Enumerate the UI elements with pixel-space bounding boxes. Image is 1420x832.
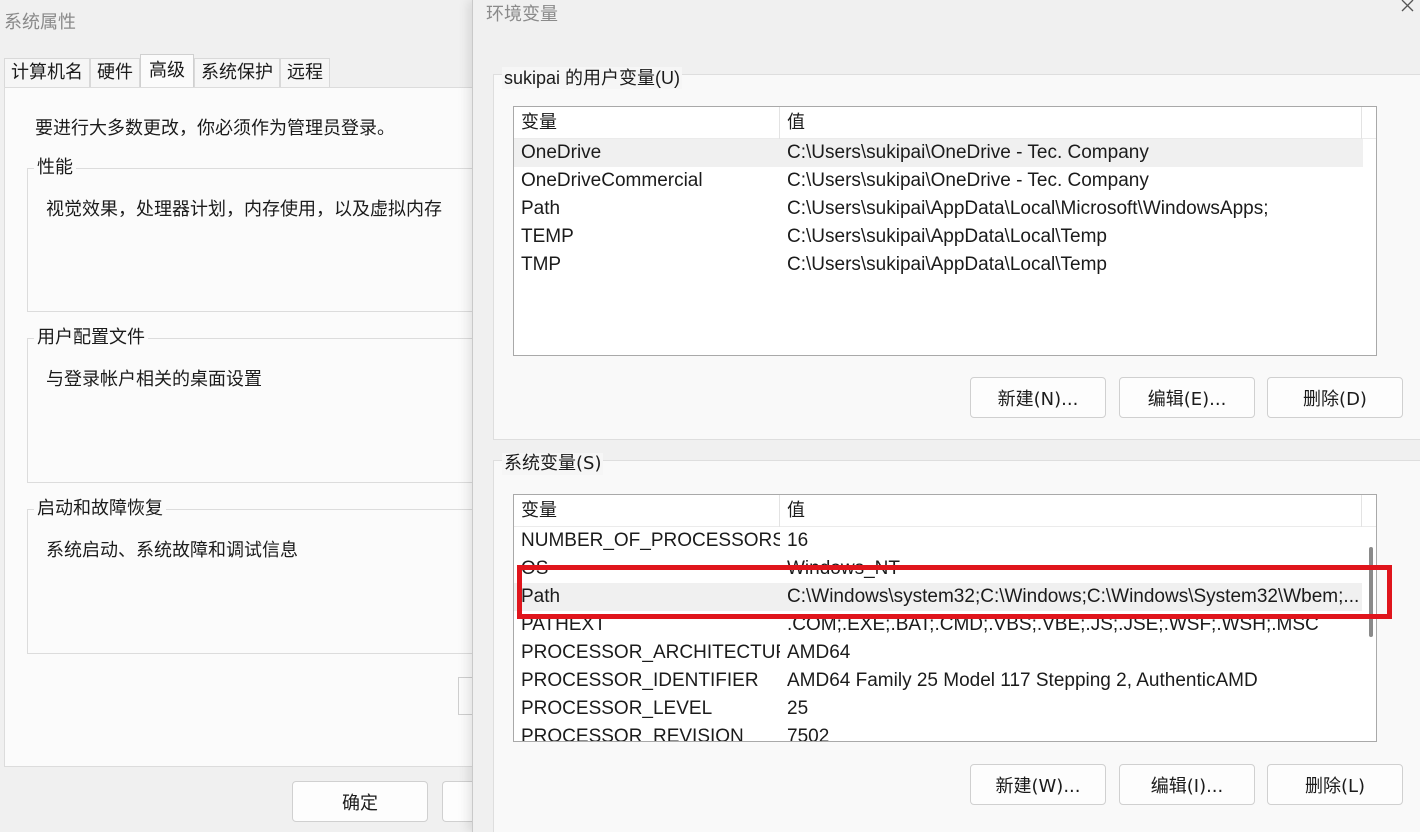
scrollbar[interactable] — [1362, 495, 1376, 741]
table-row[interactable]: PROCESSOR_ARCHITECTURE AMD64 — [514, 639, 1362, 667]
system-edit-button[interactable]: 编辑(I)... — [1119, 764, 1255, 805]
performance-group: 性能 视觉效果，处理器计划，内存使用，以及虚拟内存 — [27, 157, 477, 312]
system-delete-button[interactable]: 删除(L) — [1267, 764, 1403, 805]
tab-bar: 计算机名 硬件 高级 系统保护 远程 — [4, 54, 330, 88]
variable-value: C:\Users\sukipai\OneDrive - Tec. Company — [787, 142, 1149, 163]
variable-name: TEMP — [521, 226, 574, 247]
variable-value: 25 — [787, 698, 809, 719]
group-title: 性能 — [34, 157, 76, 179]
group-description: 视觉效果，处理器计划，内存使用，以及虚拟内存 — [46, 199, 442, 220]
admin-note: 要进行大多数更改，你必须作为管理员登录。 — [35, 118, 395, 139]
variable-name: PROCESSOR_ARCHITECTURE — [521, 642, 780, 663]
column-header-variable[interactable]: 变量 — [514, 107, 780, 139]
variable-name: PROCESSOR_REVISION — [521, 726, 744, 742]
variable-name: PATHEXT — [521, 614, 606, 635]
table-row[interactable]: TMP C:\Users\sukipai\AppData\Local\Temp — [514, 251, 1376, 279]
system-variables-section: 系统变量(S) 变量 值 NUMBER_OF_PROCESSORS 16 OS … — [493, 453, 1420, 832]
system-variable-rows: NUMBER_OF_PROCESSORS 16 OS Windows_NT Pa… — [514, 527, 1362, 742]
table-row[interactable]: OneDrive C:\Users\sukipai\OneDrive - Tec… — [514, 139, 1363, 167]
table-row[interactable]: PROCESSOR_IDENTIFIER AMD64 Family 25 Mod… — [514, 667, 1362, 695]
group-description: 与登录帐户相关的桌面设置 — [46, 369, 262, 390]
table-row[interactable]: TEMP C:\Users\sukipai\AppData\Local\Temp — [514, 223, 1376, 251]
system-new-button[interactable]: 新建(W)... — [970, 764, 1106, 805]
variable-value: C:\Users\sukipai\AppData\Local\Temp — [787, 254, 1107, 275]
system-variables-list[interactable]: 变量 值 NUMBER_OF_PROCESSORS 16 OS Windows_… — [513, 494, 1377, 742]
variable-value: C:\Windows\system32;C:\Windows;C:\Window… — [787, 586, 1360, 607]
variable-value: AMD64 Family 25 Model 117 Stepping 2, Au… — [787, 670, 1258, 691]
column-header-variable[interactable]: 变量 — [514, 495, 780, 527]
table-row[interactable]: Path C:\Users\sukipai\AppData\Local\Micr… — [514, 195, 1376, 223]
table-row[interactable]: PROCESSOR_LEVEL 25 — [514, 695, 1362, 723]
variable-value: .COM;.EXE;.BAT;.CMD;.VBS;.VBE;.JS;.JSE;.… — [787, 614, 1319, 635]
section-title: 系统变量(S) — [502, 453, 604, 475]
user-delete-button[interactable]: 删除(D) — [1267, 377, 1403, 418]
variable-name: OneDrive — [521, 142, 602, 163]
table-row[interactable]: PATHEXT .COM;.EXE;.BAT;.CMD;.VBS;.VBE;.J… — [514, 611, 1362, 639]
group-title: 用户配置文件 — [34, 327, 148, 349]
tab-advanced[interactable]: 高级 — [140, 54, 194, 88]
table-row[interactable]: Path C:\Windows\system32;C:\Windows;C:\W… — [514, 583, 1362, 611]
header-spacer — [1362, 107, 1376, 138]
user-profiles-group: 用户配置文件 与登录帐户相关的桌面设置 — [27, 327, 477, 483]
list-header: 变量 值 — [514, 107, 1376, 139]
variable-name: PROCESSOR_IDENTIFIER — [521, 670, 759, 691]
variable-value: 16 — [787, 530, 809, 551]
variable-name: OS — [521, 558, 549, 579]
section-title: sukipai 的用户变量(U) — [502, 67, 683, 89]
table-row[interactable]: OS Windows_NT — [514, 555, 1362, 583]
variable-name: Path — [521, 586, 561, 607]
tab-computer-name[interactable]: 计算机名 — [4, 58, 90, 88]
user-new-button[interactable]: 新建(N)... — [970, 377, 1106, 418]
table-row[interactable]: OneDriveCommercial C:\Users\sukipai\OneD… — [514, 167, 1376, 195]
user-variables-section: sukipai 的用户变量(U) 变量 值 OneDrive C:\Users\… — [493, 67, 1420, 440]
startup-recovery-group: 启动和故障恢复 系统启动、系统故障和调试信息 — [27, 498, 477, 654]
variable-value: C:\Users\sukipai\OneDrive - Tec. Company — [787, 170, 1149, 191]
variable-name: PROCESSOR_LEVEL — [521, 698, 713, 719]
tab-hardware[interactable]: 硬件 — [90, 58, 140, 88]
column-header-value[interactable]: 值 — [780, 107, 1362, 139]
window-title: 系统属性 — [4, 12, 76, 33]
user-variables-list[interactable]: 变量 值 OneDrive C:\Users\sukipai\OneDrive … — [513, 106, 1377, 356]
scrollbar-thumb[interactable] — [1369, 547, 1373, 637]
user-variable-rows: OneDrive C:\Users\sukipai\OneDrive - Tec… — [514, 139, 1376, 279]
window-title: 环境变量 — [486, 4, 558, 25]
tab-system-protection[interactable]: 系统保护 — [194, 58, 280, 88]
group-description: 系统启动、系统故障和调试信息 — [46, 540, 298, 561]
list-header: 变量 值 — [514, 495, 1376, 527]
environment-variables-window: 环境变量 sukipai 的用户变量(U) 变量 值 OneDrive C:\U… — [472, 0, 1420, 832]
group-title: 启动和故障恢复 — [34, 498, 166, 520]
variable-name: Path — [521, 198, 561, 219]
column-header-value[interactable]: 值 — [780, 495, 1362, 527]
variable-value: C:\Users\sukipai\AppData\Local\Temp — [787, 226, 1107, 247]
close-icon[interactable] — [1392, 0, 1418, 18]
variable-name: TMP — [521, 254, 562, 275]
user-edit-button[interactable]: 编辑(E)... — [1119, 377, 1255, 418]
system-properties-window: 系统属性 计算机名 硬件 高级 系统保护 远程 要进行大多数更改，你必须作为管理… — [0, 0, 482, 832]
variable-value: AMD64 — [787, 642, 851, 663]
variable-name: OneDriveCommercial — [521, 170, 703, 191]
table-row[interactable]: NUMBER_OF_PROCESSORS 16 — [514, 527, 1362, 555]
variable-value: Windows_NT — [787, 558, 900, 579]
variable-name: NUMBER_OF_PROCESSORS — [521, 530, 780, 551]
tab-remote[interactable]: 远程 — [280, 58, 330, 88]
variable-value: 7502 — [787, 726, 830, 742]
ok-button[interactable]: 确定 — [292, 781, 428, 822]
advanced-tab-panel: 要进行大多数更改，你必须作为管理员登录。 性能 视觉效果，处理器计划，内存使用，… — [4, 87, 477, 767]
variable-value: C:\Users\sukipai\AppData\Local\Microsoft… — [787, 198, 1269, 219]
table-row[interactable]: PROCESSOR_REVISION 7502 — [514, 723, 1362, 742]
